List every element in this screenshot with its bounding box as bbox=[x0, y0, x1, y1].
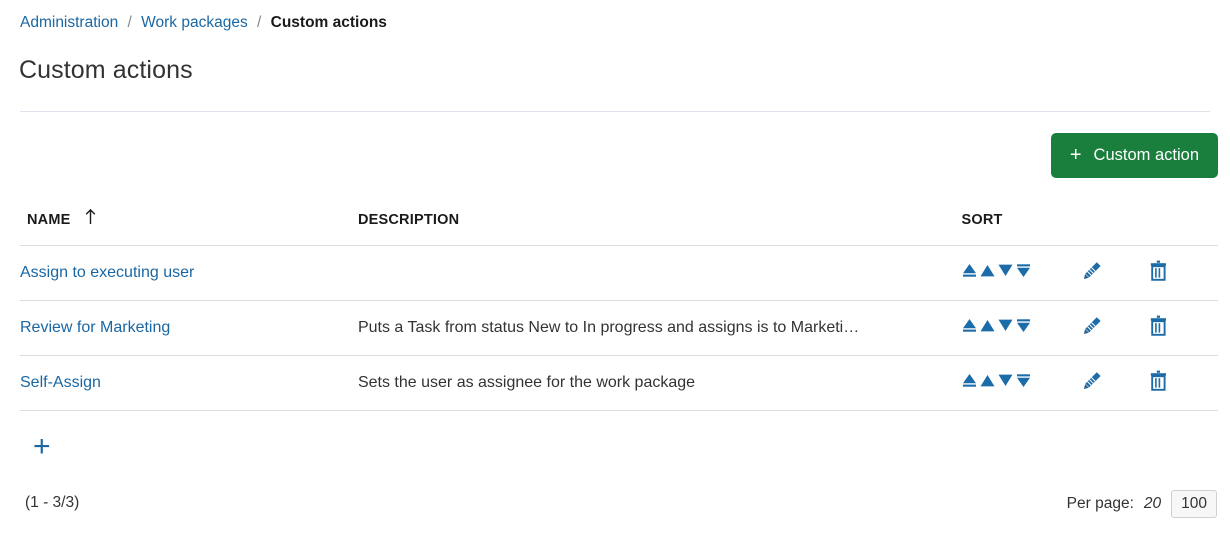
move-down-icon[interactable] bbox=[997, 371, 1014, 390]
table-body: Assign to executing user Review for Mark… bbox=[20, 245, 1218, 411]
move-up-icon[interactable] bbox=[979, 316, 996, 335]
cell-edit bbox=[1082, 355, 1149, 411]
cell-edit bbox=[1082, 245, 1149, 301]
column-header-sort[interactable]: SORT bbox=[961, 208, 1083, 246]
pencil-icon[interactable] bbox=[1082, 315, 1103, 336]
per-page-label: Per page: bbox=[1066, 495, 1134, 512]
table-row: Assign to executing user bbox=[20, 245, 1218, 301]
page-title: Custom actions bbox=[19, 56, 193, 84]
move-down-icon[interactable] bbox=[997, 316, 1014, 335]
sort-controls bbox=[961, 261, 1032, 280]
title-divider bbox=[20, 111, 1210, 112]
table-header-row: NAME DESCRIPTION SORT bbox=[20, 208, 1218, 246]
custom-action-link[interactable]: Review for Marketing bbox=[20, 319, 170, 336]
column-header-description[interactable]: DESCRIPTION bbox=[357, 208, 962, 246]
table-head: NAME DESCRIPTION SORT bbox=[20, 208, 1218, 246]
sort-controls bbox=[961, 371, 1032, 390]
column-header-delete bbox=[1148, 208, 1218, 246]
table-row: Self-Assign Sets the user as assignee fo… bbox=[20, 355, 1218, 411]
custom-actions-table: NAME DESCRIPTION SORT Assign to executin… bbox=[20, 208, 1218, 411]
breadcrumb-separator: / bbox=[127, 14, 132, 31]
cell-sort bbox=[961, 245, 1083, 301]
cell-delete bbox=[1148, 300, 1218, 356]
table-row: Review for Marketing Puts a Task from st… bbox=[20, 300, 1218, 356]
breadcrumb-item-administration[interactable]: Administration bbox=[20, 14, 118, 31]
add-custom-action-button[interactable]: + Custom action bbox=[1050, 133, 1218, 178]
move-up-icon[interactable] bbox=[979, 371, 996, 390]
trash-icon[interactable] bbox=[1149, 260, 1168, 281]
trash-icon[interactable] bbox=[1149, 315, 1168, 336]
cell-name: Self-Assign bbox=[20, 355, 358, 411]
column-header-name-label: NAME bbox=[27, 212, 71, 228]
move-to-bottom-icon[interactable] bbox=[1015, 261, 1032, 280]
move-to-bottom-icon[interactable] bbox=[1015, 316, 1032, 335]
toolbar: + Custom action bbox=[1050, 133, 1218, 178]
cell-delete bbox=[1148, 355, 1218, 411]
pencil-icon[interactable] bbox=[1082, 260, 1103, 281]
per-page-option-20[interactable]: 20 bbox=[1144, 495, 1161, 513]
move-to-top-icon[interactable] bbox=[961, 316, 978, 335]
pagination-range: (1 - 3/3) bbox=[25, 494, 80, 511]
cell-edit bbox=[1082, 300, 1149, 356]
move-up-icon[interactable] bbox=[979, 261, 996, 280]
add-row-button[interactable]: + bbox=[33, 431, 51, 463]
move-down-icon[interactable] bbox=[997, 261, 1014, 280]
move-to-top-icon[interactable] bbox=[961, 371, 978, 390]
column-header-sort-label: SORT bbox=[961, 212, 1003, 228]
cell-name: Review for Marketing bbox=[20, 300, 358, 356]
breadcrumb-item-work-packages[interactable]: Work packages bbox=[141, 14, 248, 31]
custom-action-link[interactable]: Self-Assign bbox=[20, 374, 101, 391]
plus-icon: + bbox=[33, 430, 51, 463]
move-to-top-icon[interactable] bbox=[961, 261, 978, 280]
column-header-edit bbox=[1082, 208, 1149, 246]
move-to-bottom-icon[interactable] bbox=[1015, 371, 1032, 390]
sort-controls bbox=[961, 316, 1032, 335]
trash-icon[interactable] bbox=[1149, 370, 1168, 391]
breadcrumb-separator: / bbox=[257, 14, 262, 31]
plus-icon: + bbox=[1069, 143, 1082, 166]
add-custom-action-label: Custom action bbox=[1093, 146, 1199, 164]
per-page-option-100[interactable]: 100 bbox=[1171, 490, 1217, 518]
cell-description: Puts a Task from status New to In progre… bbox=[357, 300, 962, 356]
cell-description: Sets the user as assignee for the work p… bbox=[357, 355, 962, 411]
breadcrumb-item-custom-actions: Custom actions bbox=[270, 14, 387, 31]
breadcrumb: Administration / Work packages / Custom … bbox=[20, 12, 387, 34]
cell-name: Assign to executing user bbox=[20, 245, 358, 301]
per-page-control: Per page: 20 100 bbox=[1067, 490, 1217, 518]
custom-action-link[interactable]: Assign to executing user bbox=[20, 264, 194, 281]
pencil-icon[interactable] bbox=[1082, 370, 1103, 391]
column-header-description-label: DESCRIPTION bbox=[357, 212, 460, 228]
cell-delete bbox=[1148, 245, 1218, 301]
cell-sort bbox=[961, 300, 1083, 356]
cell-sort bbox=[961, 355, 1083, 411]
column-header-name[interactable]: NAME bbox=[20, 208, 358, 246]
cell-description bbox=[357, 245, 962, 301]
arrow-up-icon bbox=[85, 208, 96, 229]
